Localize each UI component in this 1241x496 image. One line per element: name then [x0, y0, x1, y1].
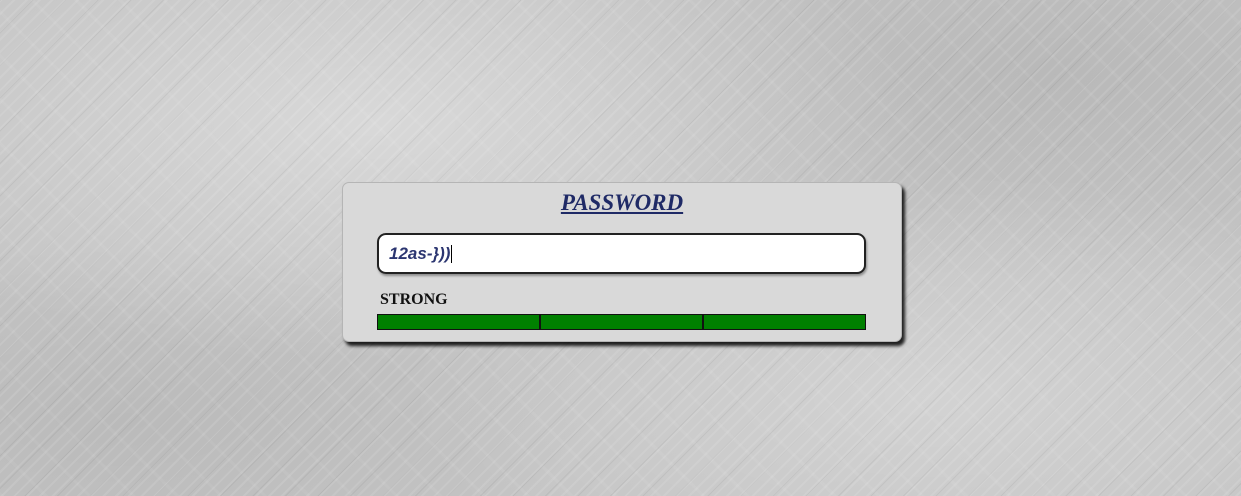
strength-meter — [377, 314, 866, 330]
strength-segment — [378, 315, 539, 329]
password-value: 12as-})) — [389, 243, 451, 263]
strength-segment — [539, 315, 702, 329]
password-panel: PASSWORD 12as-})) STRONG — [342, 182, 902, 342]
strength-label: STRONG — [380, 291, 448, 308]
strength-segment — [702, 315, 865, 329]
panel-title: PASSWORD — [560, 190, 684, 215]
password-input[interactable]: 12as-})) — [377, 233, 866, 274]
textured-background: { "panel": { "title": "PASSWORD" }, "pas… — [0, 0, 1241, 496]
text-caret — [451, 244, 453, 263]
